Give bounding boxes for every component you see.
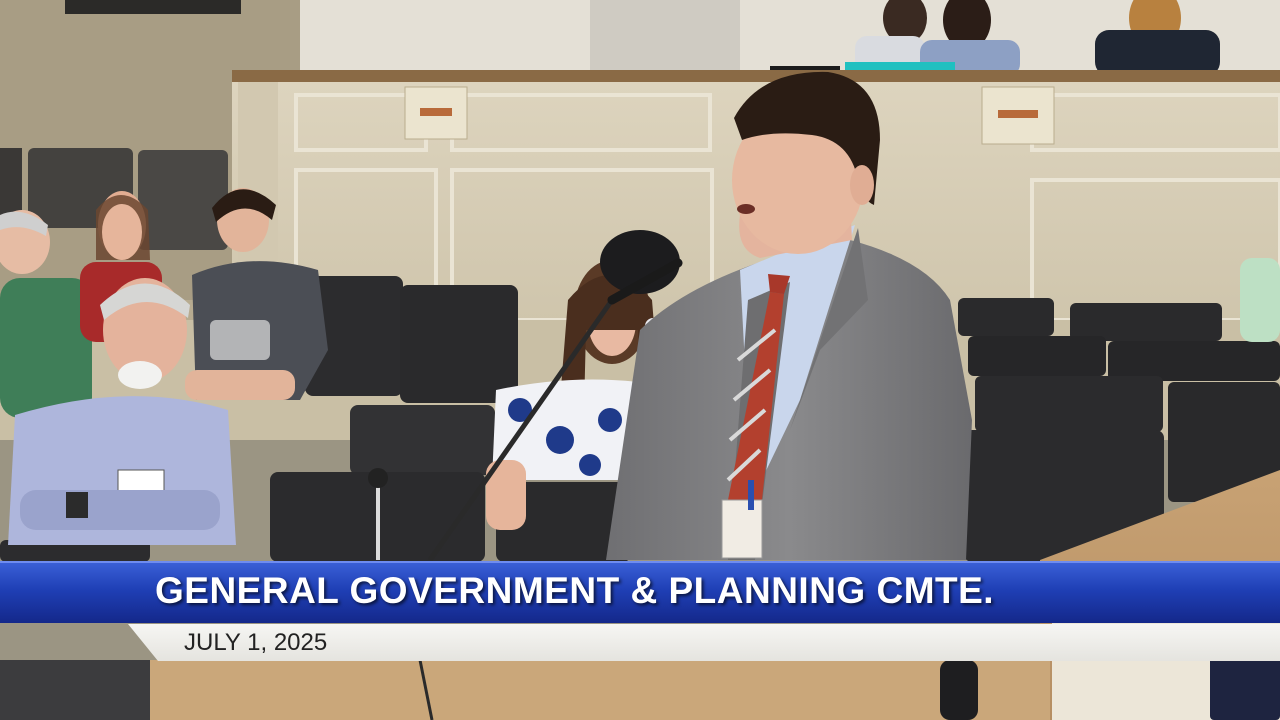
headline-text: GENERAL GOVERNMENT & PLANNING CMTE.: [155, 570, 995, 611]
meeting-date: JULY 1, 2025: [184, 629, 328, 656]
news-lower-third: GENERAL GOVERNMENT & PLANNING CMTE. JULY…: [0, 561, 1280, 661]
video-frame: GENERAL GOVERNMENT & PLANNING CMTE. JULY…: [0, 0, 1280, 720]
podium: [0, 659, 1050, 720]
